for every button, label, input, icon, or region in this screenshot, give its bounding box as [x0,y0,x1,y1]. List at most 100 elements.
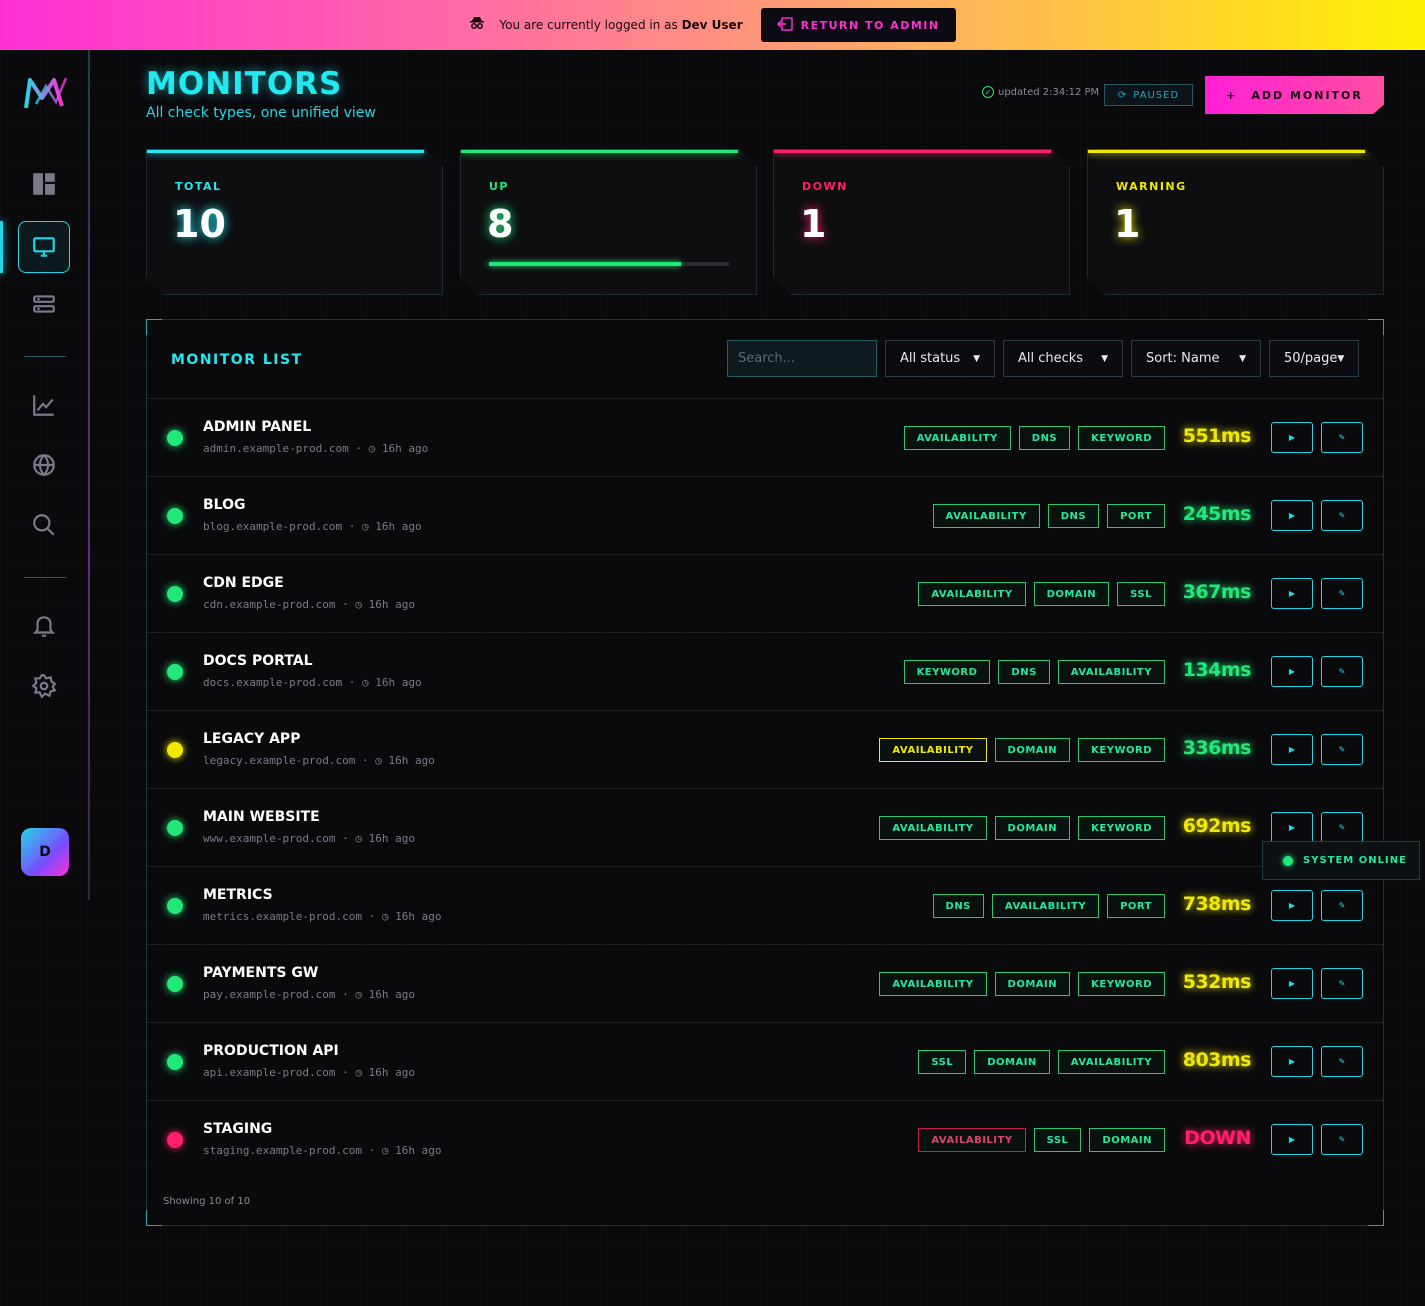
monitor-name[interactable]: BLOG [203,497,246,513]
check-circle-icon: ✓ [982,86,994,98]
clock-icon: ◷ [355,1066,362,1079]
user-avatar[interactable]: D [21,828,69,876]
search-icon[interactable] [18,499,70,551]
globe-icon[interactable] [18,439,70,491]
status-filter-select[interactable]: All status ▼ [885,340,995,377]
incognito-icon [469,16,485,34]
monitor-host: api.example-prod.com · ◷ 16h ago [203,1066,415,1079]
bell-icon[interactable] [18,600,70,652]
edit-monitor-button[interactable]: ✎ [1321,500,1363,531]
stat-accent-line [147,150,425,153]
monitor-name[interactable]: ADMIN PANEL [203,419,311,435]
analytics-icon[interactable] [18,379,70,431]
check-type-tag: AVAILABILITY [1057,660,1165,684]
monitor-name[interactable]: MAIN WEBSITE [203,809,320,825]
run-check-button[interactable]: ▶ [1271,500,1313,531]
stat-label: UP [489,180,509,193]
monitor-row[interactable]: STAGING staging.example-prod.com · ◷ 16h… [147,1100,1383,1178]
run-check-button[interactable]: ▶ [1271,1124,1313,1155]
clock-icon: ◷ [355,988,362,1001]
check-type-tag: SSL [918,1050,967,1074]
check-type-tags: AVAILABILITY DOMAIN SSL [918,582,1165,606]
check-type-tags: DNS AVAILABILITY PORT [932,894,1165,918]
system-status-badge: SYSTEM ONLINE [1262,841,1420,880]
run-check-button[interactable]: ▶ [1271,812,1313,843]
add-monitor-button[interactable]: + ADD MONITOR [1205,76,1384,114]
stat-card-warning: WARNING 1 [1087,149,1384,295]
check-type-tags: SSL DOMAIN AVAILABILITY [918,1050,1165,1074]
check-type-tags: AVAILABILITY DOMAIN KEYWORD [879,738,1165,762]
pencil-icon: ✎ [1338,979,1346,988]
app-logo[interactable] [22,74,70,112]
monitor-row[interactable]: PRODUCTION API api.example-prod.com · ◷ … [147,1022,1383,1100]
run-check-button[interactable]: ▶ [1271,890,1313,921]
dashboard-icon[interactable] [18,158,70,210]
run-check-button[interactable]: ▶ [1271,968,1313,999]
latency-value: 692ms [1182,815,1252,837]
edit-monitor-button[interactable]: ✎ [1321,578,1363,609]
monitor-row[interactable]: CDN EDGE cdn.example-prod.com · ◷ 16h ag… [147,554,1383,632]
last-updated: ✓ updated 2:34:12 PM [982,86,1099,98]
run-check-button[interactable]: ▶ [1271,734,1313,765]
pencil-icon: ✎ [1338,433,1346,442]
banner-message: You are currently logged in as Dev User [499,18,743,32]
monitor-host: www.example-prod.com · ◷ 16h ago [203,832,415,845]
pencil-icon: ✎ [1338,901,1346,910]
play-icon: ▶ [1288,979,1296,988]
edit-monitor-button[interactable]: ✎ [1321,1046,1363,1077]
page-size-select[interactable]: 50/page ▼ [1269,340,1359,377]
stat-value: 1 [800,202,827,246]
run-check-button[interactable]: ▶ [1271,1046,1313,1077]
monitor-row[interactable]: ADMIN PANEL admin.example-prod.com · ◷ 1… [147,398,1383,476]
pencil-icon: ✎ [1338,511,1346,520]
check-type-tags: AVAILABILITY DNS KEYWORD [903,426,1165,450]
clock-icon: ◷ [361,520,369,533]
search-input[interactable]: Search... [727,340,877,377]
pencil-icon: ✎ [1338,589,1346,598]
stat-card-up: UP 8 [460,149,757,295]
monitor-row[interactable]: LEGACY APP legacy.example-prod.com · ◷ 1… [147,710,1383,788]
pencil-icon: ✎ [1338,745,1346,754]
chevron-down-icon: ▼ [1239,353,1246,364]
monitor-name[interactable]: PAYMENTS GW [203,965,318,981]
sort-select[interactable]: Sort: Name ▼ [1131,340,1261,377]
stat-accent-line [461,150,739,153]
monitor-name[interactable]: CDN EDGE [203,575,284,591]
status-dot [167,586,183,602]
edit-monitor-button[interactable]: ✎ [1321,734,1363,765]
monitor-row[interactable]: MAIN WEBSITE www.example-prod.com · ◷ 16… [147,788,1383,866]
edit-monitor-button[interactable]: ✎ [1321,890,1363,921]
edit-monitor-button[interactable]: ✎ [1321,812,1363,843]
run-check-button[interactable]: ▶ [1271,578,1313,609]
edit-monitor-button[interactable]: ✎ [1321,968,1363,999]
paused-toggle-button[interactable]: ⟳ PAUSED [1104,84,1193,106]
status-dot [167,898,183,914]
edit-monitor-button[interactable]: ✎ [1321,1124,1363,1155]
run-check-button[interactable]: ▶ [1271,422,1313,453]
panel-corner [1368,319,1384,335]
edit-monitor-button[interactable]: ✎ [1321,656,1363,687]
monitors-icon[interactable] [18,221,70,273]
check-type-tags: AVAILABILITY SSL DOMAIN [918,1128,1165,1152]
monitor-name[interactable]: METRICS [203,887,273,903]
exit-icon [776,16,793,34]
run-check-button[interactable]: ▶ [1271,656,1313,687]
monitor-host: admin.example-prod.com · ◷ 16h ago [203,442,429,455]
monitor-name[interactable]: STAGING [203,1121,272,1137]
monitor-name[interactable]: DOCS PORTAL [203,653,313,669]
gear-icon[interactable] [18,660,70,712]
monitor-row[interactable]: PAYMENTS GW pay.example-prod.com · ◷ 16h… [147,944,1383,1022]
impersonation-banner: You are currently logged in as Dev User … [0,0,1425,50]
plus-icon: + [1226,88,1238,102]
check-type-tag: DNS [1047,504,1100,528]
monitor-row[interactable]: METRICS metrics.example-prod.com · ◷ 16h… [147,866,1383,944]
monitor-name[interactable]: PRODUCTION API [203,1043,339,1059]
monitor-row[interactable]: BLOG blog.example-prod.com · ◷ 16h ago A… [147,476,1383,554]
servers-icon[interactable] [18,278,70,330]
check-type-filter-select[interactable]: All checks ▼ [1003,340,1123,377]
status-dot [167,976,183,992]
monitor-name[interactable]: LEGACY APP [203,731,300,747]
monitor-row[interactable]: DOCS PORTAL docs.example-prod.com · ◷ 16… [147,632,1383,710]
return-to-admin-button[interactable]: RETURN TO ADMIN [760,8,956,42]
edit-monitor-button[interactable]: ✎ [1321,422,1363,453]
